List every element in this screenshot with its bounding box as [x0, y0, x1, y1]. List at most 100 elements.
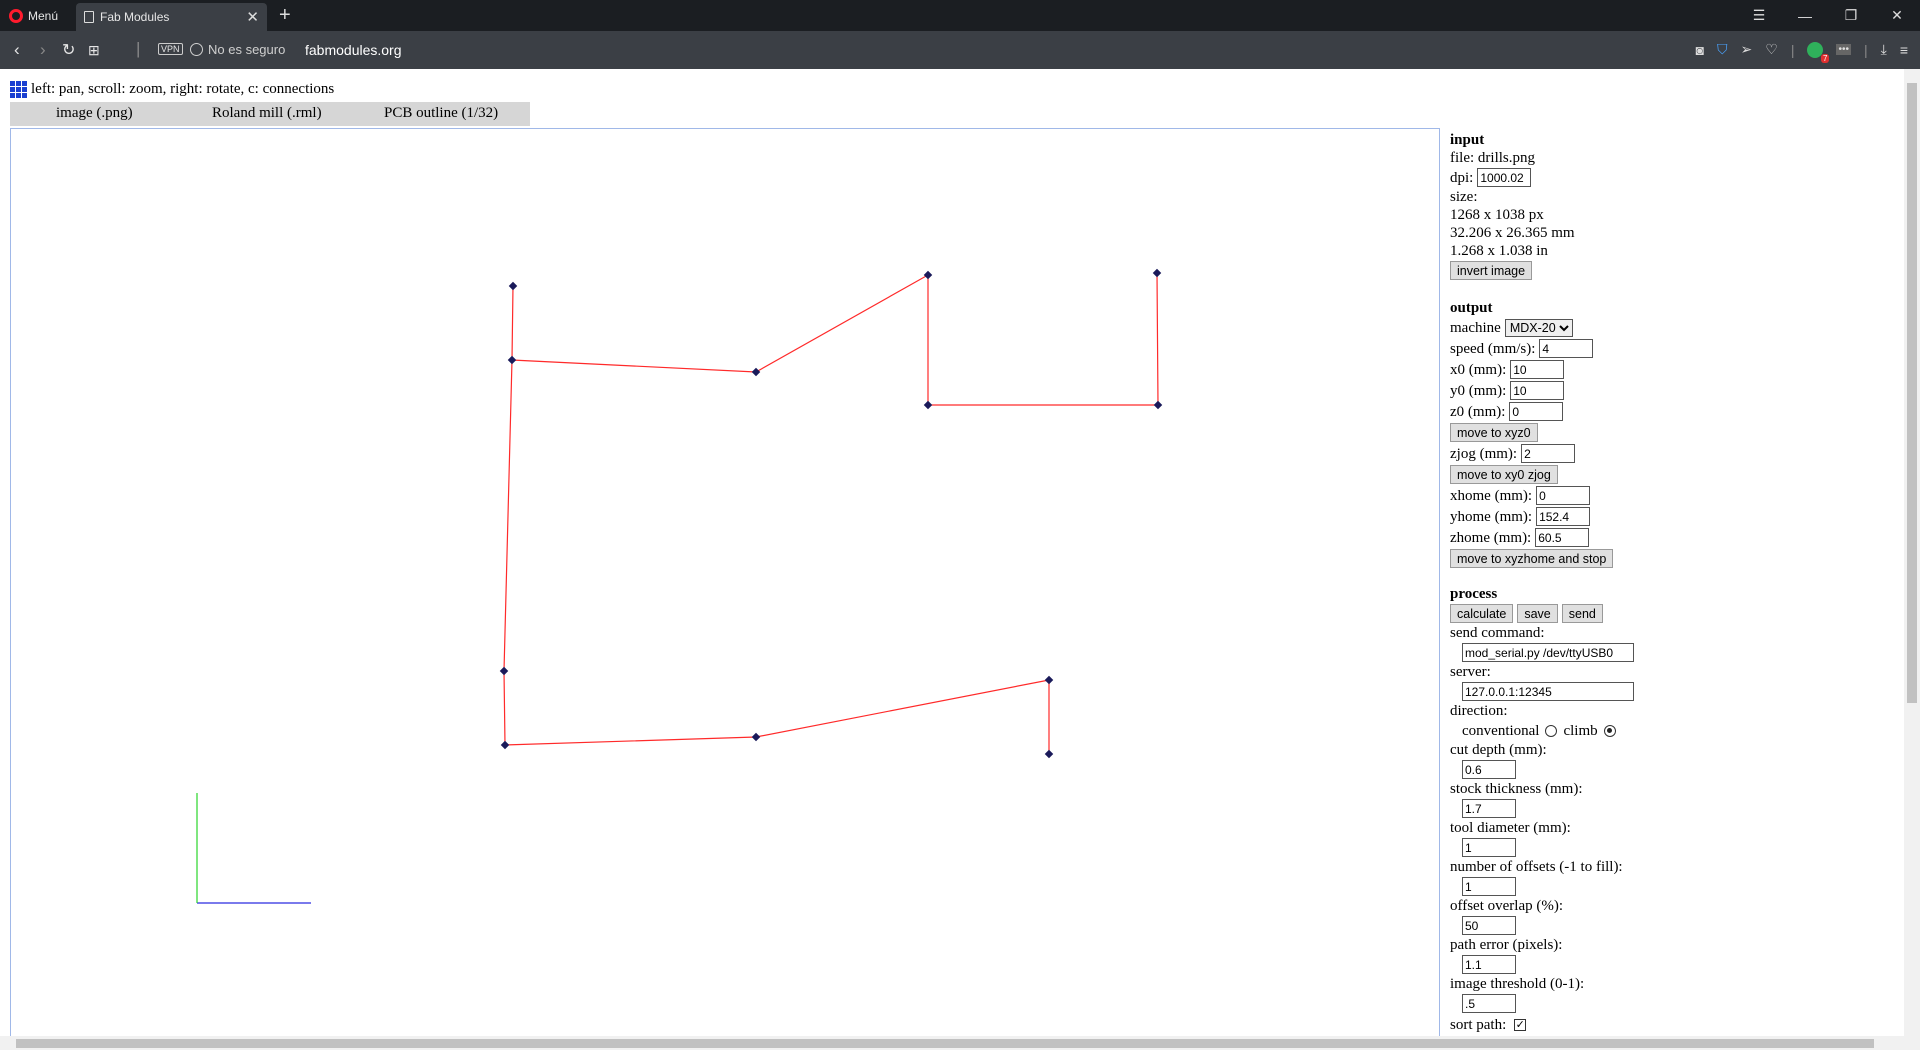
vpn-badge[interactable]: VPN: [158, 43, 183, 55]
speed-dial-icon[interactable]: ⊞: [88, 42, 100, 59]
path-error-input[interactable]: [1462, 955, 1516, 974]
drill-point-marker: [751, 367, 761, 377]
shield-icon[interactable]: ⛉: [1717, 41, 1728, 58]
drill-point-marker: [1044, 675, 1054, 685]
tool-diameter-input[interactable]: [1462, 838, 1516, 857]
zjog-input[interactable]: [1521, 444, 1576, 463]
server-input[interactable]: [1462, 682, 1634, 701]
easy-setup-icon[interactable]: ≡: [1900, 42, 1908, 58]
horizontal-scroll-thumb[interactable]: [16, 1039, 1874, 1048]
offsets-input[interactable]: [1462, 877, 1516, 896]
path-error-label: path error (pixels):: [1450, 937, 1563, 953]
drill-point-marker: [508, 281, 518, 291]
tab-menu-icon[interactable]: ☰: [1736, 0, 1782, 31]
dpi-row: dpi:: [1450, 167, 1890, 188]
y0-input[interactable]: [1510, 381, 1565, 400]
climb-radio[interactable]: [1603, 724, 1616, 737]
x0-label: x0 (mm):: [1450, 361, 1507, 378]
opera-logo-icon: [9, 9, 23, 23]
module-tabs: image (.png) Roland mill (.rml) PCB outl…: [10, 102, 530, 126]
x0-input[interactable]: [1510, 360, 1565, 379]
divider: |: [136, 39, 141, 58]
vertical-scrollbar[interactable]: [1904, 69, 1920, 1036]
direction-label: direction:: [1450, 703, 1508, 719]
camera-icon[interactable]: ◙: [1696, 42, 1704, 58]
offsets-label: number of offsets (-1 to fill):: [1450, 859, 1623, 875]
move-xy0-zjog-button[interactable]: move to xy0 zjog: [1450, 465, 1558, 484]
page-icon: [84, 11, 94, 23]
toolpath-line: [511, 272, 1159, 406]
calculate-button[interactable]: calculate: [1450, 604, 1514, 623]
back-icon[interactable]: ‹: [14, 40, 20, 60]
horizontal-scrollbar[interactable]: [0, 1036, 1920, 1050]
settings-panel: input file: drills.png dpi: size: 1268 x…: [1450, 131, 1890, 1035]
send-icon[interactable]: ➢: [1741, 41, 1753, 58]
heart-icon[interactable]: ♡: [1765, 41, 1778, 58]
xhome-label: xhome (mm):: [1450, 487, 1533, 504]
address-bar: ‹ › ↻ ⊞ | VPN No es seguro fabmodules.or…: [0, 31, 1920, 69]
send-button[interactable]: send: [1561, 604, 1603, 623]
url-field[interactable]: fabmodules.org: [305, 42, 402, 58]
close-window-icon[interactable]: ✕: [1874, 0, 1920, 31]
stock-thickness-input[interactable]: [1462, 799, 1516, 818]
toolpath-canvas[interactable]: [10, 128, 1440, 1036]
dpi-input[interactable]: [1477, 168, 1532, 187]
cut-depth-input[interactable]: [1462, 760, 1516, 779]
globe-icon: [190, 43, 203, 56]
extension-icon[interactable]: 7: [1807, 41, 1830, 63]
move-xyz0-button[interactable]: move to xyz0: [1450, 423, 1538, 442]
divider: |: [1863, 41, 1868, 58]
tab-roland-mill[interactable]: Roland mill (.rml): [170, 102, 360, 126]
toolpath-view[interactable]: [11, 129, 1441, 1036]
window-controls: ☰ — ❐ ✕: [1736, 0, 1920, 31]
send-command-label: send command:: [1450, 625, 1545, 641]
tab-pcb-outline[interactable]: PCB outline (1/32): [360, 102, 530, 126]
invert-image-button[interactable]: invert image: [1450, 261, 1533, 280]
threshold-input[interactable]: [1462, 994, 1516, 1013]
cut-depth-label: cut depth (mm):: [1450, 742, 1547, 758]
menu-label: Menú: [28, 9, 59, 23]
xhome-input[interactable]: [1536, 486, 1591, 505]
threshold-label: image threshold (0-1):: [1450, 976, 1585, 992]
send-command-input[interactable]: [1462, 643, 1634, 662]
yhome-input[interactable]: [1536, 507, 1591, 526]
move-home-button[interactable]: move to xyzhome and stop: [1450, 549, 1614, 568]
browser-tab[interactable]: Fab Modules ✕: [76, 3, 267, 31]
close-tab-icon[interactable]: ✕: [246, 8, 259, 26]
new-tab-icon[interactable]: +: [279, 4, 291, 27]
drill-point-marker: [507, 355, 517, 365]
yhome-label: yhome (mm):: [1450, 508, 1533, 525]
size-in: 1.268 x 1.038 in: [1450, 243, 1548, 259]
output-heading: output: [1450, 300, 1493, 316]
drill-point-marker: [1044, 749, 1054, 759]
process-heading: process: [1450, 586, 1498, 602]
z0-input[interactable]: [1509, 402, 1564, 421]
overlap-label: offset overlap (%):: [1450, 898, 1564, 914]
conventional-radio[interactable]: [1545, 724, 1558, 737]
input-heading: input: [1450, 132, 1485, 148]
size-px: 1268 x 1038 px: [1450, 207, 1544, 223]
sort-path-checkbox[interactable]: ✓: [1514, 1018, 1527, 1031]
speed-input[interactable]: [1539, 339, 1594, 358]
vertical-scroll-thumb[interactable]: [1907, 83, 1917, 703]
forward-icon[interactable]: ›: [40, 40, 46, 60]
zhome-input[interactable]: [1535, 528, 1590, 547]
security-text: No es seguro: [208, 42, 286, 57]
security-indicator[interactable]: No es seguro: [190, 42, 285, 57]
zjog-label: zjog (mm):: [1450, 445, 1518, 462]
extensions-menu-icon[interactable]: •••: [1836, 44, 1851, 55]
restore-icon[interactable]: ❐: [1828, 0, 1874, 31]
opera-menu-button[interactable]: Menú: [9, 7, 58, 25]
minimize-icon[interactable]: —: [1782, 0, 1828, 31]
save-button[interactable]: save: [1517, 604, 1558, 623]
size-label: size:: [1450, 189, 1478, 205]
drill-point-marker: [1152, 268, 1162, 278]
divider: |: [1790, 41, 1795, 58]
machine-select[interactable]: MDX-20: [1504, 318, 1573, 337]
reload-icon[interactable]: ↻: [62, 40, 75, 60]
download-icon[interactable]: ⤓: [1881, 41, 1887, 58]
overlap-input[interactable]: [1462, 916, 1516, 935]
y0-label: y0 (mm):: [1450, 382, 1507, 399]
toolpath-line: [503, 359, 1050, 754]
tab-image[interactable]: image (.png): [10, 102, 170, 126]
